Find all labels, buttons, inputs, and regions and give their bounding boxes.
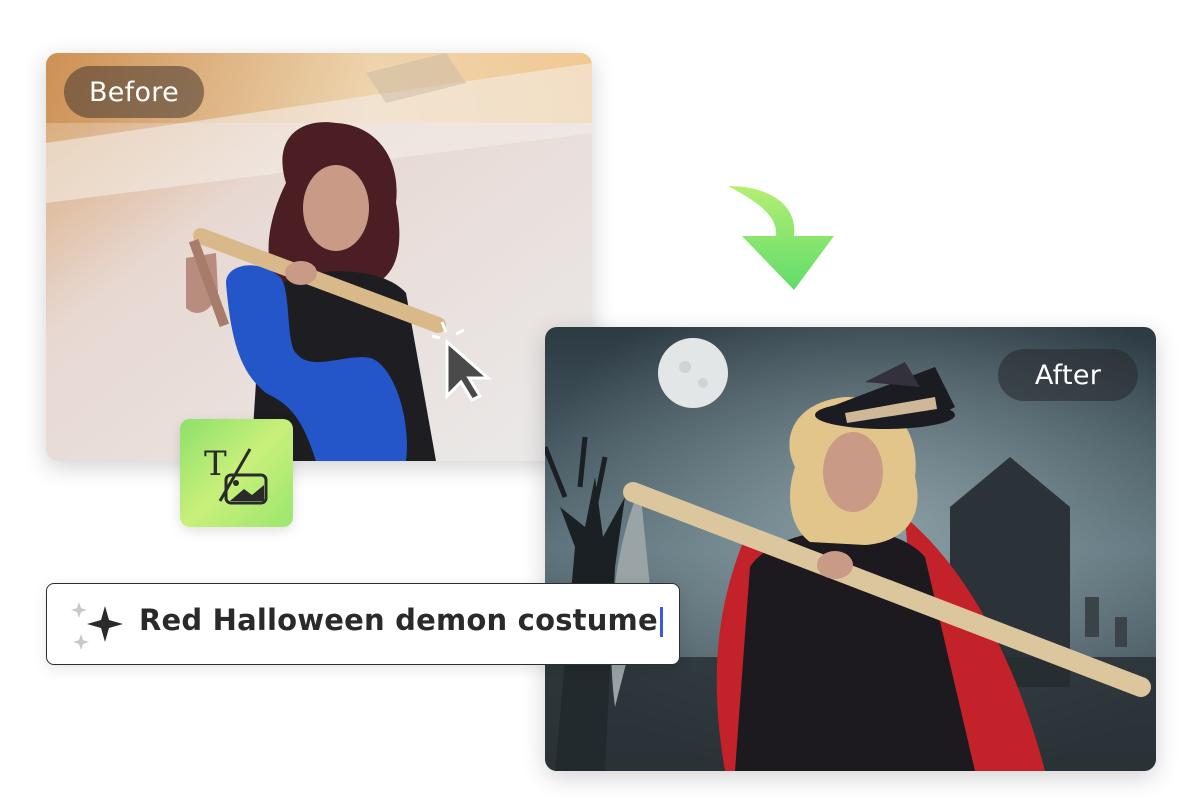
after-image-card: After — [545, 327, 1156, 771]
before-label: Before — [64, 66, 204, 118]
transform-arrow-icon — [728, 186, 834, 290]
after-label: After — [998, 349, 1138, 401]
text-to-image-tool-button[interactable]: T — [180, 419, 293, 527]
text-to-image-icon: T — [204, 444, 268, 505]
prompt-value: Red Halloween demon costume — [139, 603, 658, 637]
svg-text:T: T — [204, 444, 227, 484]
prompt-text: Red Halloween demon costume — [139, 603, 663, 637]
mouse-cursor-icon — [431, 321, 492, 402]
prompt-input[interactable]: Red Halloween demon costume — [46, 583, 680, 665]
before-image-card: Before — [46, 53, 592, 461]
sparkle-icon — [71, 602, 123, 650]
text-caret — [659, 607, 663, 637]
